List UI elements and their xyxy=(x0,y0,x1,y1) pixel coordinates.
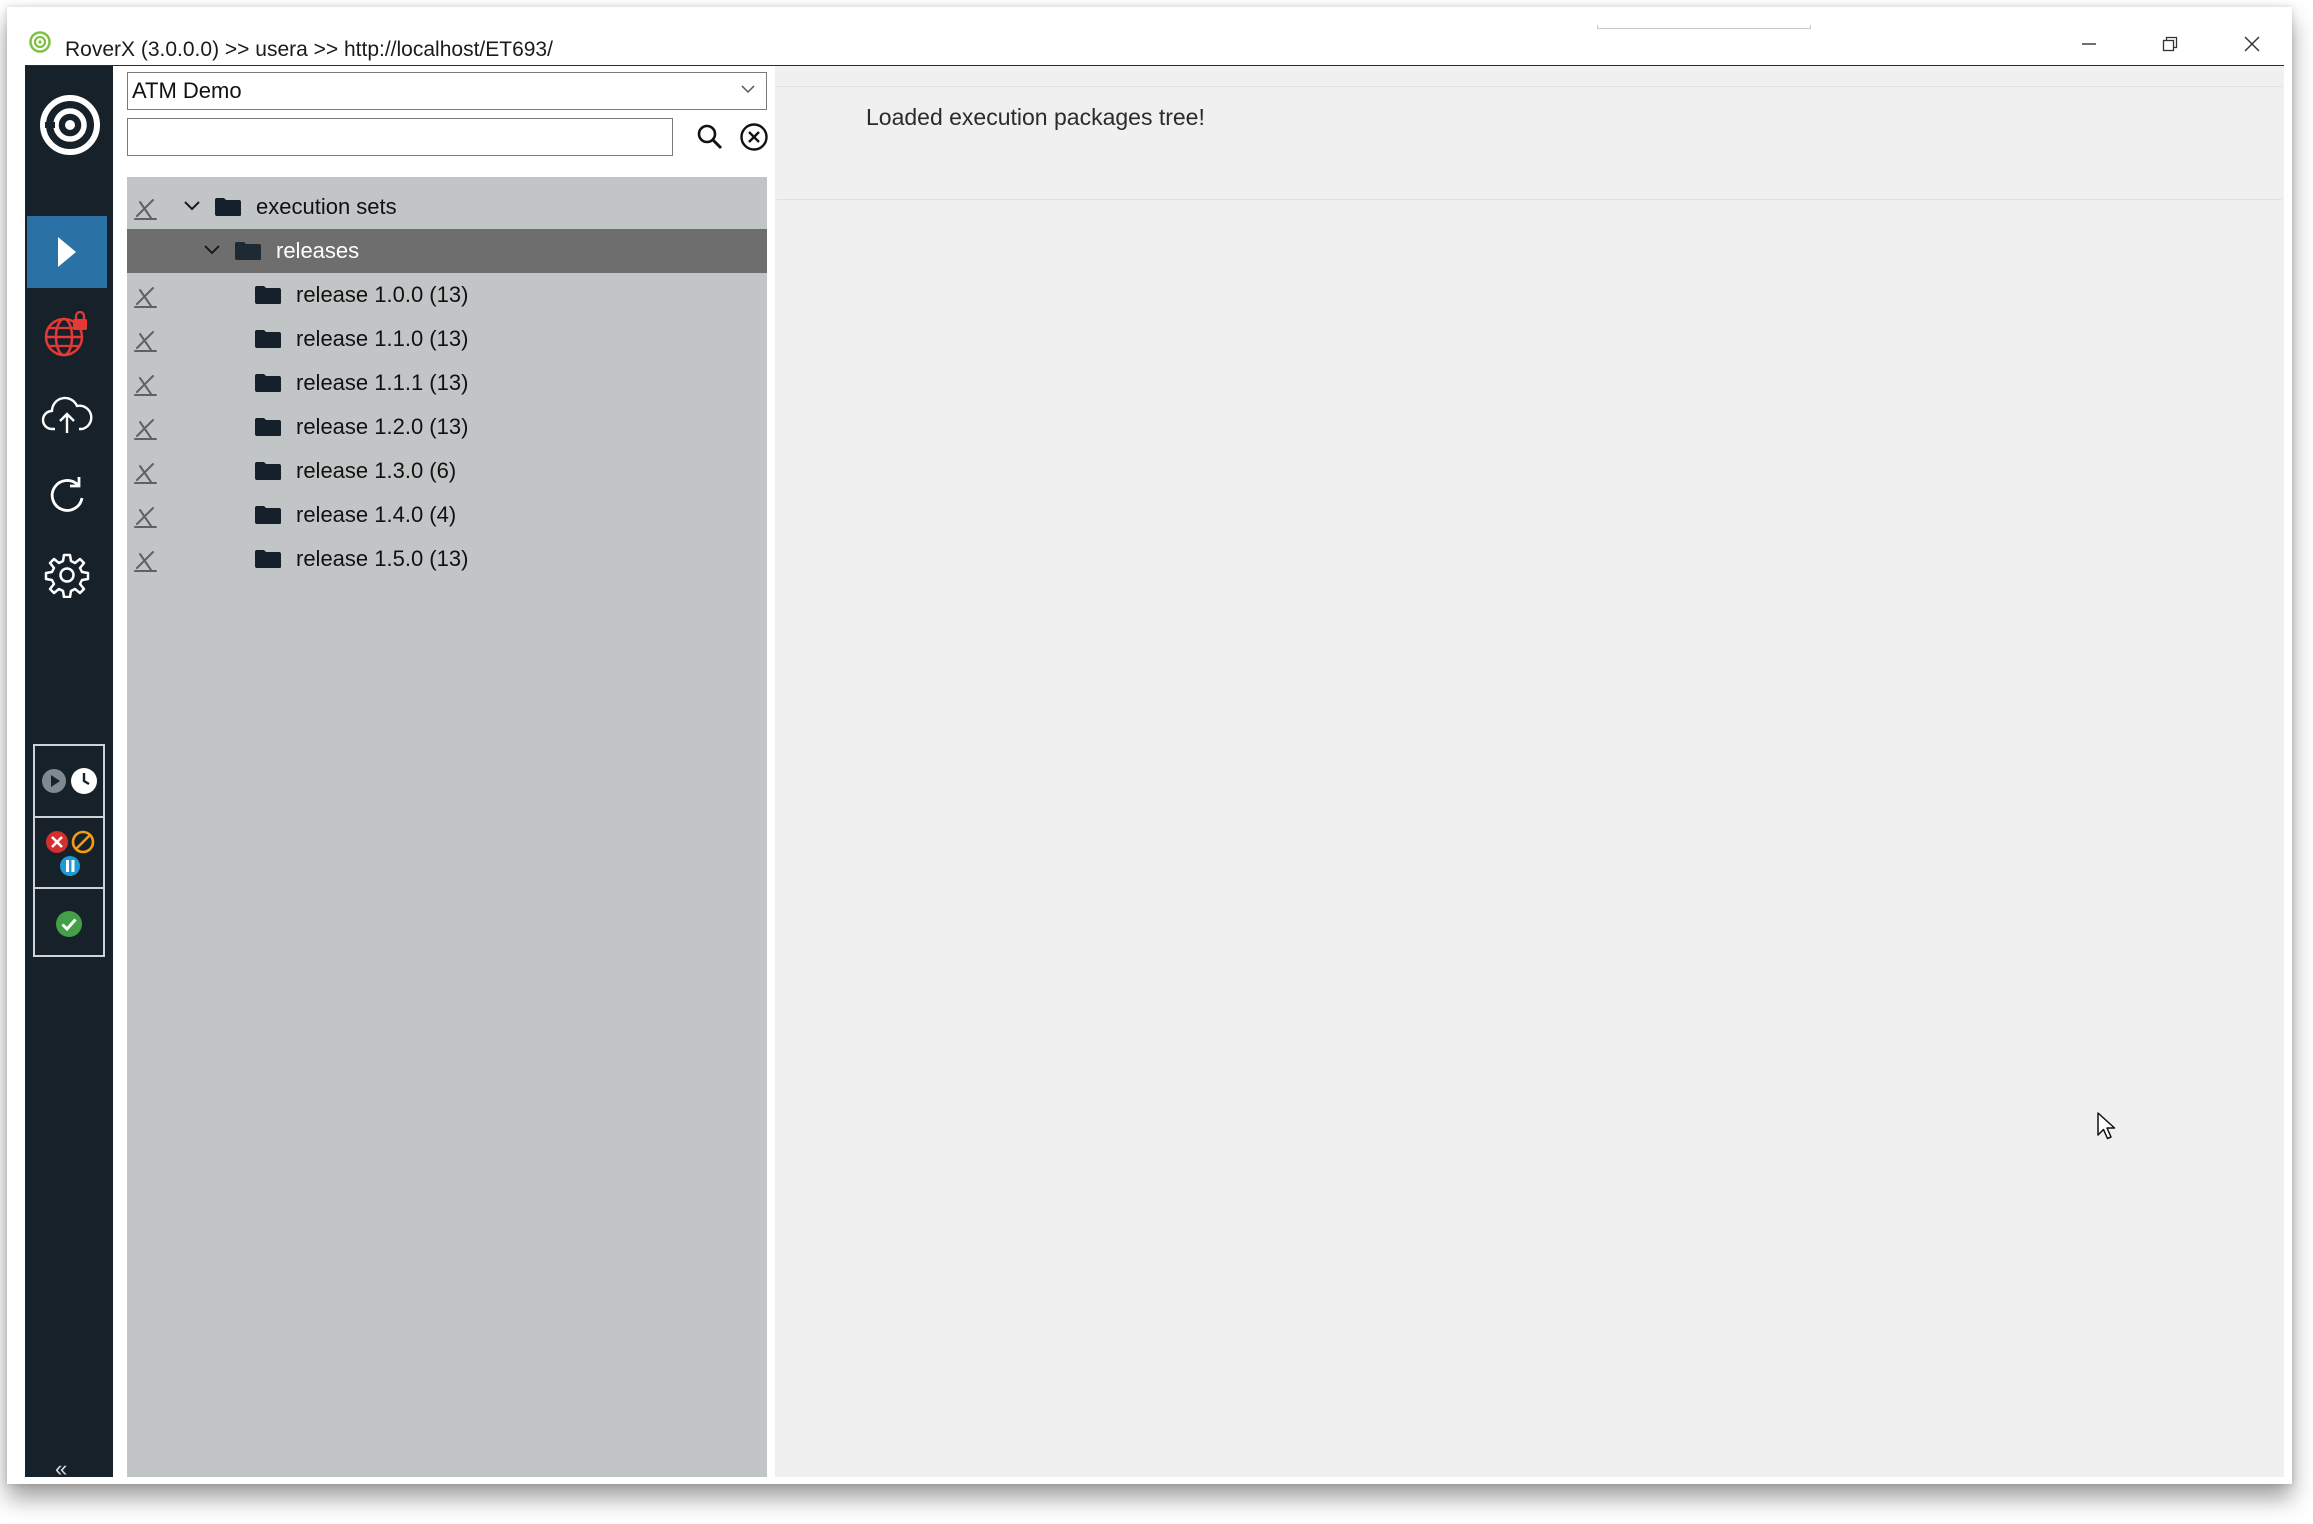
tree-row-label: release 1.3.0 (6) xyxy=(296,458,457,483)
app-window: RoverX (3.0.0.0) >> usera >> http://loca… xyxy=(7,7,2292,1484)
execution-indicator-icon xyxy=(134,507,157,528)
execution-indicator-icon xyxy=(134,419,157,440)
tree-row-label: releases xyxy=(276,238,360,263)
restore-icon xyxy=(2162,36,2178,52)
title-drag-handle[interactable] xyxy=(1597,25,1811,29)
folder-icon xyxy=(255,550,281,568)
status-filter-queued[interactable] xyxy=(35,746,103,816)
refresh-icon xyxy=(50,477,84,512)
chevron-down-icon[interactable] xyxy=(182,199,202,213)
clock-icon xyxy=(70,768,97,794)
play-icon xyxy=(58,237,76,267)
search-button[interactable] xyxy=(693,120,727,154)
tree-row[interactable]: release 1.0.0 (13) xyxy=(127,273,767,317)
nav-execute[interactable] xyxy=(27,216,107,288)
main-frame: « ATM Demo execution sets releases relea… xyxy=(25,65,2284,1480)
tree-row[interactable]: release 1.3.0 (6) xyxy=(127,449,767,493)
tree-row-label: release 1.5.0 (13) xyxy=(296,546,469,571)
clear-circle-icon xyxy=(740,123,768,151)
chevron-down-icon[interactable] xyxy=(202,243,222,257)
folder-icon xyxy=(255,286,281,304)
window-title: RoverX (3.0.0.0) >> usera >> http://loca… xyxy=(65,38,553,61)
app-logo-icon xyxy=(29,31,51,53)
execution-indicator-icon xyxy=(134,287,157,308)
status-message: Loaded execution packages tree! xyxy=(866,104,1205,130)
tree-row[interactable]: release 1.1.1 (13) xyxy=(127,361,767,405)
title-bar[interactable]: RoverX (3.0.0.0) >> usera >> http://loca… xyxy=(7,7,2292,65)
error-blocked-paused-icons xyxy=(46,830,95,876)
status-message-panel: Loaded execution packages tree! xyxy=(777,86,2282,200)
roverx-logo-icon xyxy=(40,95,100,155)
tree-row-label: execution sets xyxy=(256,194,397,219)
restore-button[interactable] xyxy=(2140,27,2200,61)
execution-indicator-icon xyxy=(134,463,157,484)
status-filter-failed[interactable] xyxy=(35,816,103,888)
minimize-icon xyxy=(2082,43,2096,45)
tree-row[interactable]: release 1.1.0 (13) xyxy=(127,317,767,361)
minimize-button[interactable] xyxy=(2059,27,2119,61)
folder-icon xyxy=(255,506,281,524)
tree-row-label: release 1.1.1 (13) xyxy=(296,370,469,395)
mouse-cursor-icon xyxy=(2097,1112,2116,1140)
check-icon xyxy=(56,911,82,937)
execution-indicator-icon xyxy=(134,199,157,220)
nav-upload[interactable] xyxy=(27,379,107,451)
execution-indicator-icon xyxy=(134,551,157,572)
tree-row[interactable]: releases xyxy=(127,229,767,273)
play-circle-icon xyxy=(41,769,66,793)
folder-icon xyxy=(255,374,281,392)
folder-icon xyxy=(255,462,281,480)
tree-row-label: release 1.0.0 (13) xyxy=(296,282,469,307)
folder-icon xyxy=(255,418,281,436)
globe-lock-icon xyxy=(44,310,87,357)
clear-search-button[interactable] xyxy=(737,120,771,154)
tree-row[interactable]: execution sets xyxy=(127,185,767,229)
nav-web-security[interactable] xyxy=(27,299,107,371)
tree-row-label: release 1.4.0 (4) xyxy=(296,502,457,527)
execution-indicator-icon xyxy=(134,331,157,352)
tree-row[interactable]: release 1.4.0 (4) xyxy=(127,493,767,537)
close-button[interactable] xyxy=(2222,27,2282,61)
folder-icon xyxy=(235,242,261,260)
execution-indicator-icon xyxy=(134,375,157,396)
project-select-value: ATM Demo xyxy=(132,78,242,103)
gear-icon xyxy=(44,553,90,598)
tree-row-label: release 1.2.0 (13) xyxy=(296,414,469,439)
chevron-down-icon xyxy=(741,85,755,94)
status-filter-passed[interactable] xyxy=(35,887,103,959)
nav-settings[interactable] xyxy=(27,539,107,611)
tree-row[interactable]: release 1.5.0 (13) xyxy=(127,537,767,581)
execution-tree-panel: ATM Demo execution sets releases release… xyxy=(127,66,768,1477)
cloud-upload-icon xyxy=(41,396,93,433)
nav-refresh[interactable] xyxy=(27,459,107,531)
project-select[interactable]: ATM Demo xyxy=(127,72,767,110)
folder-icon xyxy=(255,330,281,348)
search-input[interactable] xyxy=(127,118,673,156)
tree-toolbar: ATM Demo xyxy=(127,66,768,177)
search-icon xyxy=(697,124,723,150)
nav-rail: « xyxy=(25,66,113,1480)
folder-icon xyxy=(215,198,241,216)
collapse-nav-button[interactable]: « xyxy=(55,1458,67,1480)
tree-row[interactable]: release 1.2.0 (13) xyxy=(127,405,767,449)
close-icon xyxy=(2244,36,2260,52)
status-filter-box xyxy=(33,744,105,957)
content-panel: Loaded execution packages tree! xyxy=(775,66,2284,1477)
tree-row-label: release 1.1.0 (13) xyxy=(296,326,469,351)
